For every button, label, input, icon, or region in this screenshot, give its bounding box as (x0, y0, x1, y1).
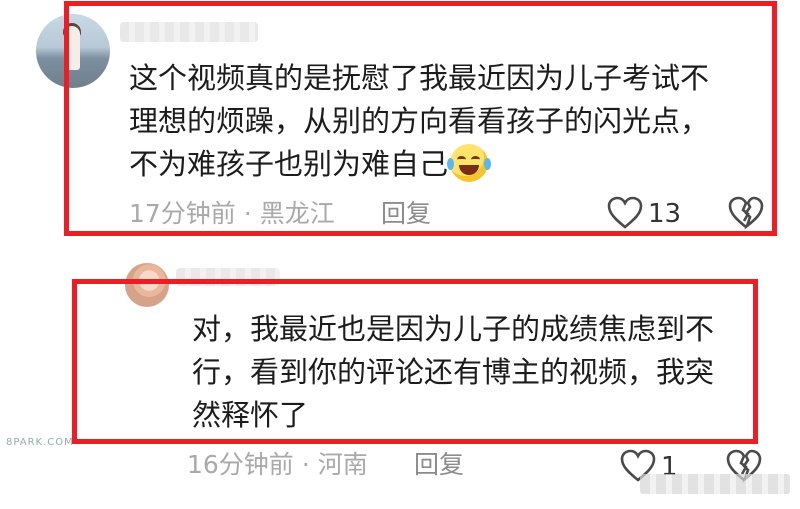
comment-line: 行，看到你的评论还有博主的视频，我突 (192, 355, 715, 389)
comment-line-text: 不为难孩子也别为难自己 (129, 147, 449, 181)
separator-dot: · (243, 199, 252, 228)
like-heart-icon[interactable] (607, 196, 643, 230)
watermark-left: 8PARK.COM (6, 437, 74, 448)
comment-location: 黑龙江 (259, 199, 335, 228)
comment-meta: 17分钟前 · 黑龙江 (129, 199, 335, 229)
comment-line: 不为难孩子也别为难自己 (129, 143, 754, 186)
reply-button[interactable]: 回复 (414, 450, 464, 480)
comment-location: 河南 (317, 450, 368, 479)
comment-text: 这个视频真的是抚慰了我最近因为儿子考试不 理想的烦躁，从别的方向看看孩子的闪光点… (129, 57, 754, 186)
comment-meta: 16分钟前 · 河南 (187, 450, 368, 480)
dislike-broken-heart-icon[interactable] (728, 196, 764, 230)
reply-comment-text: 对，我最近也是因为儿子的成绩焦虑到不 行，看到你的评论还有博主的视频，我突 然释… (192, 308, 748, 437)
crying-laughing-emoji-icon (447, 144, 492, 182)
comment-line: 对，我最近也是因为儿子的成绩焦虑到不 (192, 312, 715, 346)
like-count: 13 (648, 199, 682, 229)
reply-button[interactable]: 回复 (381, 199, 431, 229)
comment-time: 17分钟前 (129, 199, 236, 228)
comment-line: 这个视频真的是抚慰了我最近因为儿子考试不 (129, 61, 710, 95)
comment-time: 16分钟前 (187, 450, 294, 479)
comment-line: 理想的烦躁，从别的方向看看孩子的闪光点， (129, 104, 710, 138)
comment-line: 然释怀了 (192, 398, 309, 432)
watermark-right-blurred (640, 474, 790, 494)
separator-dot: · (301, 450, 310, 479)
